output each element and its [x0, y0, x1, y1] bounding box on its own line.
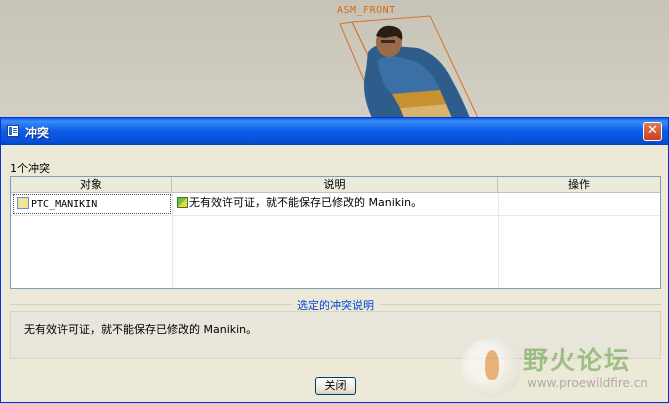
- column-header-action[interactable]: 操作: [498, 177, 660, 192]
- manikin-model[interactable]: [0, 0, 669, 118]
- window-icon: [7, 125, 19, 137]
- description-cell[interactable]: 无有效许可证，就不能保存已修改的 Manikin。: [175, 193, 498, 215]
- conflicts-dialog: 冲突 ✕ 1个冲突 对象 说明 操作 PTC_MANIKIN 无有效许可证，就不…: [0, 117, 669, 403]
- table-row[interactable]: PTC_MANIKIN 无有效许可证，就不能保存已修改的 Manikin。: [11, 193, 660, 216]
- conflicts-table: 对象 说明 操作 PTC_MANIKIN 无有效许可证，就不能保存已修改的 Ma…: [10, 176, 661, 289]
- column-header-object[interactable]: 对象: [11, 177, 172, 192]
- object-name: PTC_MANIKIN: [31, 199, 98, 210]
- dialog-titlebar[interactable]: 冲突 ✕: [1, 118, 668, 145]
- watermark-name: 野火论坛: [523, 346, 632, 375]
- column-header-description[interactable]: 说明: [172, 177, 498, 192]
- object-cell[interactable]: PTC_MANIKIN: [13, 194, 171, 214]
- license-warning-icon: [177, 197, 188, 208]
- flame-logo-icon: [461, 338, 521, 398]
- conflict-count-label: 1个冲突: [10, 162, 50, 175]
- model-file-icon: [17, 197, 29, 209]
- close-window-icon[interactable]: ✕: [643, 122, 662, 141]
- action-cell[interactable]: [501, 193, 659, 215]
- forum-watermark: 野火论坛 www.proewildfire.cn: [461, 338, 669, 404]
- description-text: 无有效许可证，就不能保存已修改的 Manikin。: [189, 196, 423, 209]
- dialog-title: 冲突: [25, 126, 50, 140]
- explanation-text: 无有效许可证，就不能保存已修改的 Manikin。: [24, 323, 258, 336]
- close-button[interactable]: 关闭: [315, 377, 356, 395]
- model-viewport[interactable]: ASM_FRONT: [0, 0, 669, 118]
- watermark-url: www.proewildfire.cn: [527, 376, 648, 390]
- table-header: 对象 说明 操作: [11, 177, 660, 193]
